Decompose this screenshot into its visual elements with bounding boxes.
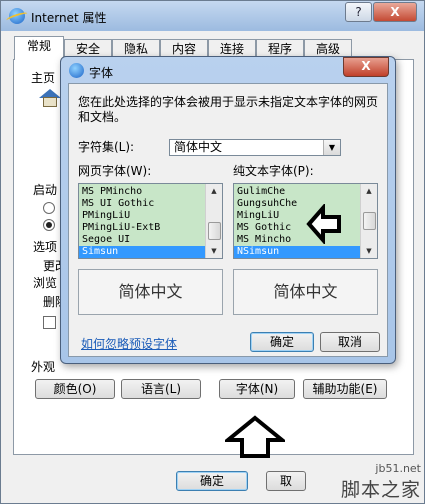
list-item[interactable]: MS UI Gothic [79,198,205,210]
ok-button[interactable]: 确定 [176,471,248,491]
startup-label: 启动 [33,183,58,197]
plaintext-font-preview: 简体中文 [233,269,378,315]
scroll-up-icon[interactable]: ▲ [361,184,377,198]
window-title: Internet 属性 [31,11,107,25]
webpage-font-preview: 简体中文 [78,269,223,315]
homepage-label: 主页 [31,71,56,85]
font-ok-button[interactable]: 确定 [250,332,314,352]
list-item-selected[interactable]: NSimsun [234,246,360,258]
browsing-history-label: 浏览 [33,276,58,290]
list-item[interactable]: PMingLiU [79,210,205,222]
fonts-button[interactable]: 字体(N) [219,379,295,399]
font-cancel-button[interactable]: 取消 [320,332,380,352]
webpage-font-items: MS PMincho MS UI Gothic PMingLiU PMingLi… [79,186,205,258]
accessibility-button[interactable]: 辅助功能(E) [303,379,387,399]
scroll-down-icon[interactable]: ▼ [361,244,377,258]
watermark: jb51.net 脚本之家 [341,462,421,502]
font-dialog-title: 字体 [89,66,114,80]
list-item[interactable]: Segoe UI [79,234,205,246]
scroll-up-icon[interactable]: ▲ [206,184,222,198]
font-dialog-close-button[interactable]: X [343,57,389,77]
list-item[interactable]: MS PMincho [79,186,205,198]
up-arrow-annotation [225,415,285,458]
charset-value: 简体中文 [174,140,223,154]
watermark-site: jb51.net [375,462,421,475]
plaintext-font-label: 纯文本字体(P): [233,164,314,178]
left-arrow-annotation [306,204,341,244]
font-dialog-description: 您在此处选择的字体会被用于显示未指定文本字体的网页和文档。 [78,95,379,124]
window-titlebar[interactable]: Internet 属性 ? X [1,1,424,31]
charset-select[interactable]: 简体中文 ▼ [169,139,341,156]
delete-on-exit-checkbox[interactable] [43,316,56,329]
list-item[interactable]: PMingLiU-ExtB [79,222,205,234]
languages-button[interactable]: 语言(L) [121,379,201,399]
charset-label: 字符集(L): [78,140,135,154]
list-item[interactable]: GulimChe [234,186,360,198]
appearance-label: 外观 [31,360,56,374]
tabs-label: 选项 [33,240,58,254]
help-button[interactable]: ? [345,2,372,22]
chevron-down-icon[interactable]: ▼ [323,140,340,155]
scroll-thumb[interactable] [208,222,221,240]
internet-explorer-icon [69,63,84,78]
internet-explorer-icon [9,8,25,24]
webpage-font-scrollbar[interactable]: ▲ ▼ [205,184,222,258]
webpage-font-label: 网页字体(W): [78,164,152,178]
tab-general[interactable]: 常规 [14,36,64,60]
scroll-thumb[interactable] [363,212,376,230]
colors-button[interactable]: 颜色(O) [35,379,115,399]
startup-radio-1[interactable] [43,202,55,214]
watermark-brand: 脚本之家 [340,479,421,501]
ignore-settings-link[interactable]: 如何忽略预设字体 [81,335,177,352]
font-dialog-body: 您在此处选择的字体会被用于显示未指定文本字体的网页和文档。 字符集(L): 简体… [68,83,388,357]
startup-radio-2[interactable] [43,219,55,231]
home-icon [39,89,61,107]
list-item-selected[interactable]: Simsun [79,246,205,258]
scroll-down-icon[interactable]: ▼ [206,244,222,258]
close-button[interactable]: X [373,2,417,22]
font-dialog: 字体 X 您在此处选择的字体会被用于显示未指定文本字体的网页和文档。 字符集(L… [60,56,396,364]
webpage-font-list[interactable]: MS PMincho MS UI Gothic PMingLiU PMingLi… [78,183,223,259]
cancel-button[interactable]: 取 [266,471,306,491]
plaintext-font-scrollbar[interactable]: ▲ ▼ [360,184,377,258]
